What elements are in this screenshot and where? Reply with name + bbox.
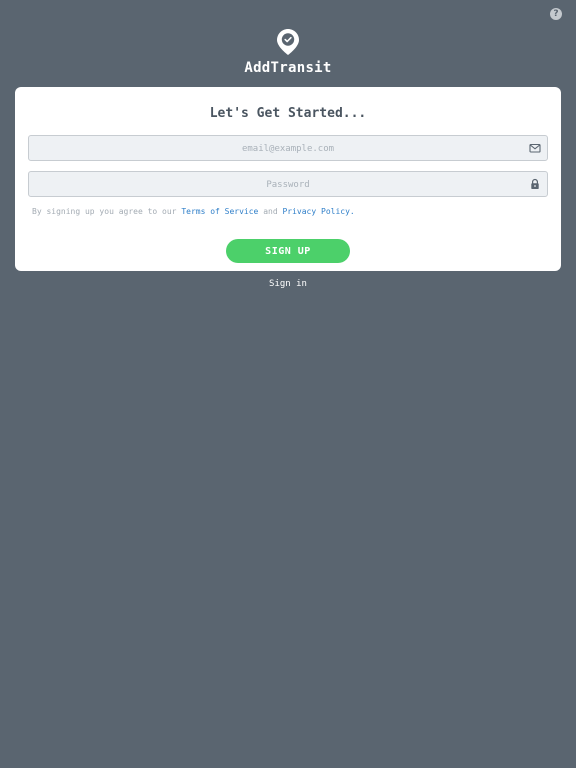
question-circle-icon: ? (553, 9, 559, 19)
privacy-policy-link[interactable]: Privacy Policy (282, 207, 349, 216)
password-input[interactable] (29, 173, 547, 197)
email-field-wrapper (28, 135, 548, 161)
app-title: AddTransit (244, 60, 332, 76)
signup-card: Let's Get Started... By signing up you a… (15, 87, 561, 271)
password-field-wrapper (28, 171, 548, 197)
email-input[interactable] (29, 137, 547, 161)
lock-icon (531, 178, 539, 189)
map-pin-check-icon (277, 29, 299, 55)
help-button[interactable]: ? (550, 8, 562, 20)
terms-prefix: By signing up you agree to our (32, 207, 182, 216)
app-header: AddTransit (0, 28, 576, 76)
form-title: Let's Get Started... (209, 106, 367, 121)
sign-in-link[interactable]: Sign in (0, 279, 576, 289)
terms-of-service-link[interactable]: Terms of Service (181, 207, 258, 216)
terms-suffix: . (349, 207, 355, 216)
terms-middle: and (258, 207, 283, 216)
sign-up-button[interactable]: SIGN UP (226, 239, 350, 263)
terms-notice: By signing up you agree to our Terms of … (32, 207, 355, 216)
envelope-icon (529, 143, 541, 153)
